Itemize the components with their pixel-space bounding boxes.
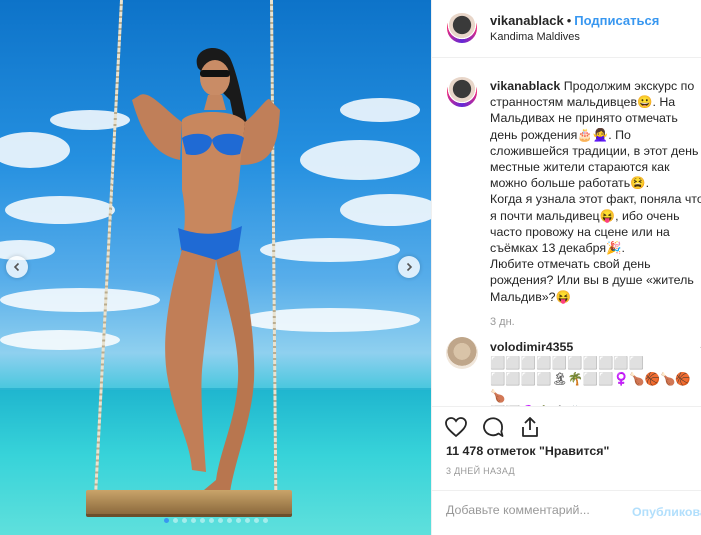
likes-count[interactable]: 11 478 отметок "Нравится": [446, 444, 609, 458]
action-bar: [432, 406, 701, 446]
comment-text: volodimir4355 ⬜⬜⬜⬜⬜⬜⬜⬜⬜⬜ ⬜⬜⬜⬜🏝🌴⬜⬜♀️🍗🏀🍗🏀🍗…: [490, 339, 701, 406]
comment-body: ⬜⬜⬜⬜⬜⬜⬜⬜⬜⬜ ⬜⬜⬜⬜🏝🌴⬜⬜♀️🍗🏀🍗🏀🍗 ⬜⬜♀️🌴🏝🙇 какие…: [490, 356, 691, 406]
caption-time[interactable]: 3 дн.: [490, 316, 515, 328]
carousel-dot: [226, 518, 232, 523]
comment-input[interactable]: [446, 503, 616, 517]
heart-icon[interactable]: [444, 415, 468, 439]
author-line: vikanablack • Подписаться: [490, 13, 659, 28]
carousel-dots: [0, 518, 431, 523]
carousel-dot: [163, 518, 169, 523]
header-separator: •: [566, 13, 572, 28]
post-photo[interactable]: [0, 0, 431, 535]
carousel-dot: [217, 518, 223, 523]
comment-icon[interactable]: [481, 415, 505, 439]
follow-button[interactable]: Подписаться: [574, 13, 659, 28]
author-username[interactable]: vikanablack: [490, 13, 564, 28]
author-avatar[interactable]: [446, 12, 478, 44]
carousel-dot: [244, 518, 250, 523]
caption-avatar[interactable]: [446, 76, 478, 108]
carousel-dot: [172, 518, 178, 523]
carousel-dot: [262, 518, 268, 523]
carousel-dot: [235, 518, 241, 523]
caption-username[interactable]: vikanablack: [490, 79, 560, 93]
person-figure: [132, 47, 280, 492]
carousel-dot: [253, 518, 259, 523]
carousel-dot: [208, 518, 214, 523]
share-icon[interactable]: [518, 415, 542, 439]
post-location[interactable]: Kandima Maldives: [490, 31, 580, 43]
carousel-dot: [181, 518, 187, 523]
post-header: vikanablack • Подписаться Kandima Maldives: [432, 0, 701, 58]
post-side-panel: vikanablack • Подписаться Kandima Maldives…: [431, 0, 701, 535]
carousel-dot: [199, 518, 205, 523]
carousel-next-button[interactable]: [398, 256, 420, 278]
caption-text: vikanablack Продолжим экскурс по странно…: [490, 78, 701, 305]
commenter-avatar[interactable]: [446, 337, 478, 369]
chevron-left-icon: [13, 262, 20, 272]
chevron-right-icon: [406, 262, 413, 272]
caption-body: Продолжим экскурс по странностям мальдив…: [490, 79, 701, 304]
commenter-username[interactable]: volodimir4355: [490, 340, 573, 354]
swing-seat: [86, 490, 292, 514]
comments-area: vikanablack Продолжим экскурс по странно…: [432, 58, 701, 406]
carousel-dot: [190, 518, 196, 523]
carousel-prev-button[interactable]: [6, 256, 28, 278]
post-comment-button[interactable]: Опубликовать: [632, 505, 701, 519]
post-date[interactable]: 3 ДНЕЙ НАЗАД: [446, 466, 515, 476]
comment-composer: Опубликовать: [432, 490, 701, 535]
